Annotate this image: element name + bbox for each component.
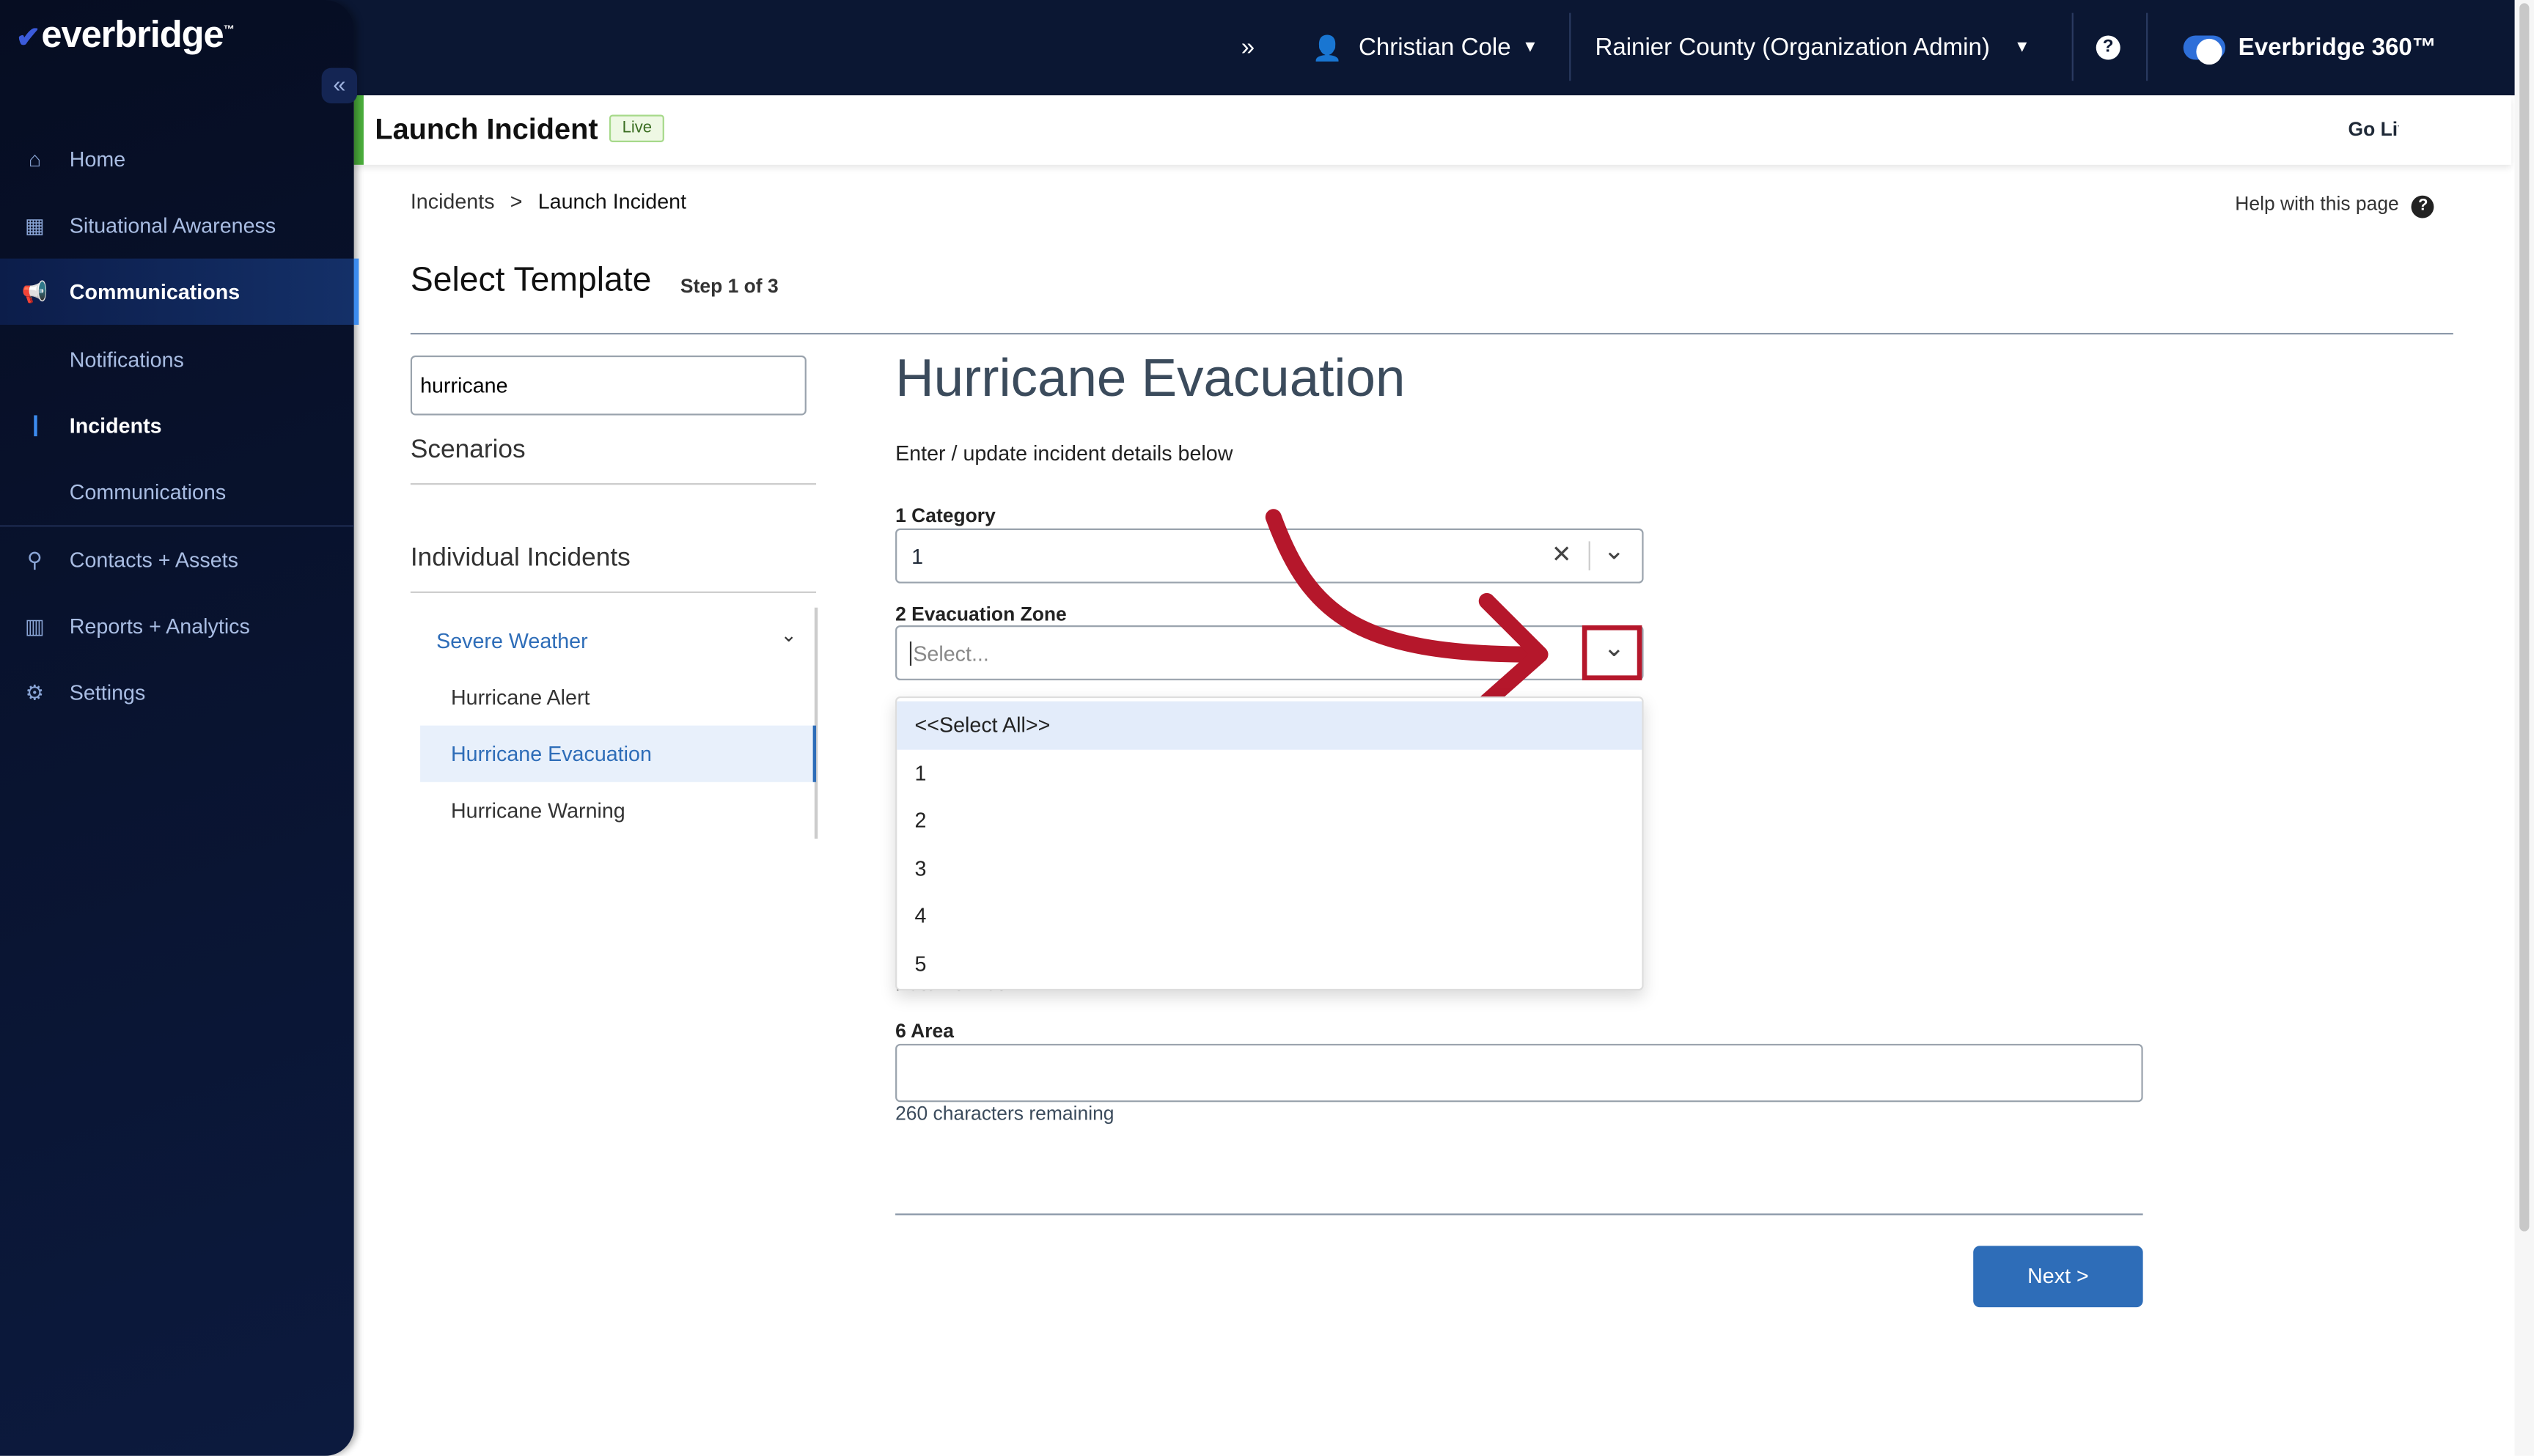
template-item-selected[interactable]: Hurricane Evacuation <box>420 725 817 782</box>
dropdown-option[interactable]: 3 <box>897 845 1642 892</box>
divider <box>1569 12 1571 81</box>
page-scrollbar[interactable] <box>2514 0 2534 1456</box>
home-icon: ⌂ <box>28 147 42 172</box>
divider <box>410 333 2453 335</box>
scenarios-heading[interactable]: Scenarios <box>411 436 526 466</box>
page-header-title: Launch Incident <box>375 113 598 146</box>
active-marker <box>34 415 37 437</box>
template-search-input[interactable] <box>410 355 807 416</box>
location-pin-icon: ⚲ <box>26 547 43 572</box>
step-indicator: Step 1 of 3 <box>680 274 779 298</box>
group-severe-weather[interactable]: Severe Weather <box>436 628 588 652</box>
sidebar-item-home[interactable]: ⌂ Home <box>0 126 354 192</box>
live-badge: Live <box>609 114 665 142</box>
list-scrollbar[interactable] <box>814 607 818 839</box>
dropdown-option[interactable]: 2 <box>897 797 1642 845</box>
chart-icon: ▥ <box>24 613 45 638</box>
sidebar-item-settings[interactable]: ⚙ Settings <box>0 659 354 725</box>
evacuation-zone-dropdown: <<Select All>> 1 2 3 4 5 <box>895 696 1644 991</box>
individual-incidents-heading: Individual Incidents <box>410 544 631 573</box>
divider <box>410 591 817 593</box>
org-menu[interactable]: Rainier County (Organization Admin) ▼ <box>1595 0 2030 95</box>
sidebar-item-notifications[interactable]: Notifications <box>0 326 354 392</box>
gear-icon: ⚙ <box>25 679 45 704</box>
caret-down-icon: ▼ <box>1522 38 1538 57</box>
breadcrumb-current: Launch Incident <box>537 188 687 213</box>
option-select-all[interactable]: <<Select All>> <box>897 701 1642 749</box>
user-menu[interactable]: 👤 Christian Cole ▼ <box>1312 0 1538 95</box>
divider <box>2071 12 2074 81</box>
product-toggle[interactable] <box>2183 35 2226 65</box>
category-label: 1 Category <box>895 504 996 527</box>
sidebar-item-incidents[interactable]: Incidents <box>0 393 354 459</box>
sidebar-item-reports-analytics[interactable]: ▥ Reports + Analytics <box>0 593 354 659</box>
template-item[interactable]: Hurricane Alert <box>451 685 590 710</box>
top-bar: » 👤 Christian Cole ▼ Rainier County (Organ… <box>0 0 2534 96</box>
next-button[interactable]: Next > <box>1973 1246 2143 1308</box>
megaphone-icon: 📢 <box>21 279 48 304</box>
help-link[interactable]: Help with this page? <box>2235 192 2435 218</box>
help-icon: ? <box>2412 195 2435 218</box>
sidebar: ✔everbridge™ ⌂ Home ▦ Situational Awarenes… <box>0 0 359 1456</box>
chevron-down-icon[interactable]: ⌄ <box>1603 535 1625 567</box>
divider <box>895 1213 2143 1216</box>
user-icon: 👤 <box>1312 34 1343 62</box>
template-item[interactable]: Hurricane Warning <box>451 798 625 823</box>
highlight-box <box>1582 625 1642 680</box>
evacuation-zone-label: 2 Evacuation Zone <box>895 603 1067 625</box>
area-label: 6 Area <box>895 1019 954 1043</box>
sidebar-item-communications[interactable]: 📢 Communications <box>0 258 359 326</box>
expand-icon[interactable]: » <box>1241 0 1255 95</box>
sidebar-item-situational-awareness[interactable]: ▦ Situational Awareness <box>0 192 354 258</box>
caret-down-icon: ▼ <box>2013 38 2030 57</box>
breadcrumb-incidents[interactable]: Incidents <box>411 189 495 213</box>
scrollbar-thumb[interactable] <box>2519 3 2530 1232</box>
product-switch[interactable]: Everbridge 360™ <box>2183 0 2436 95</box>
everbridge-logo: ✔everbridge™ <box>16 12 235 55</box>
dropdown-option[interactable]: 1 <box>897 749 1642 797</box>
area-input[interactable] <box>895 1043 2143 1103</box>
sub-header: Launch Incident Live Go Live <box>353 95 2512 165</box>
divider <box>410 483 817 485</box>
characters-remaining: 260 characters remaining <box>895 1102 1114 1125</box>
divider <box>1588 541 1590 571</box>
form-subtitle: Enter / update incident details below <box>895 441 1233 466</box>
dropdown-option[interactable]: 4 <box>897 892 1642 940</box>
breadcrumb: Incidents > Launch Incident <box>410 188 687 213</box>
dropdown-option[interactable]: 5 <box>897 940 1642 988</box>
page-title: Select Template <box>410 262 652 299</box>
sidebar-item-contacts-assets[interactable]: ⚲ Contacts + Assets <box>0 527 354 593</box>
chevron-down-icon[interactable]: ⌄ <box>781 624 797 647</box>
form-title: Hurricane Evacuation <box>895 347 1406 408</box>
help-icon[interactable]: ? <box>2096 0 2120 95</box>
map-icon: ▦ <box>24 212 45 237</box>
collapse-sidebar-icon[interactable]: « <box>321 67 358 104</box>
sidebar-item-communications-sub[interactable]: Communications <box>0 459 354 525</box>
divider <box>2146 12 2148 81</box>
annotation-arrow <box>1265 509 1549 713</box>
